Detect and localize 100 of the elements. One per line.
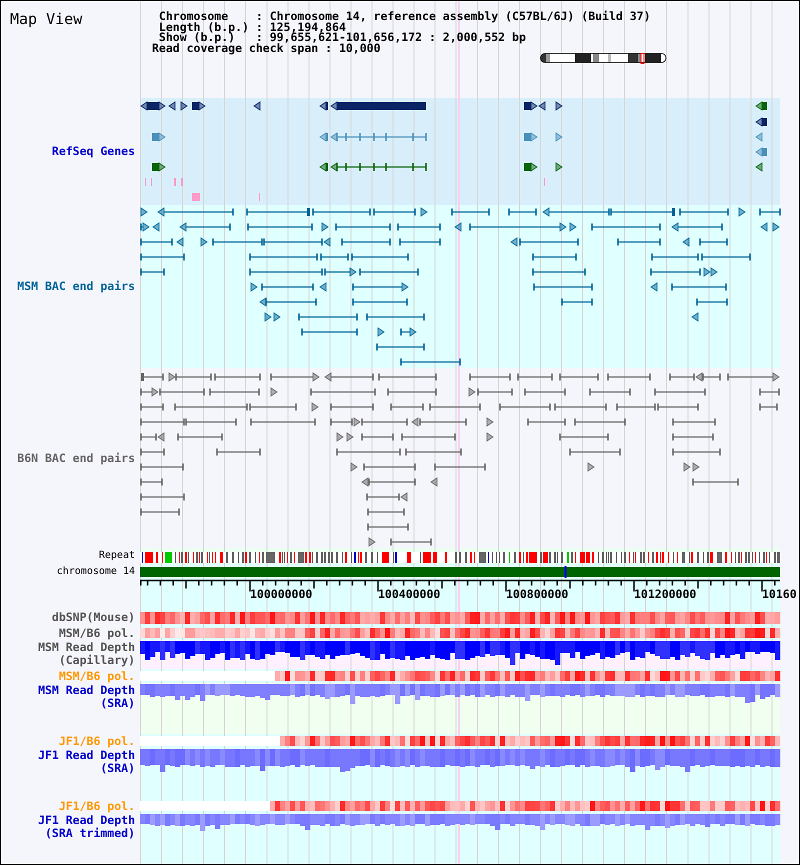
track-label: Repeat bbox=[98, 550, 135, 562]
triangle-icon bbox=[510, 237, 518, 247]
bac-end-pair bbox=[702, 374, 721, 380]
info-value: Chromosome 14, reference assembly (C57BL/6J) (Build 37) bbox=[270, 11, 652, 22]
bac-end-pair bbox=[330, 418, 353, 426]
track-label: JF1 Read Depth (SRA trimmed) bbox=[37, 814, 135, 840]
bac-end-pair bbox=[499, 404, 551, 410]
bac-end-pair bbox=[508, 208, 537, 216]
gene-block bbox=[319, 101, 328, 111]
bac-end-pair bbox=[335, 224, 391, 230]
bac-end-pair bbox=[669, 374, 695, 380]
bac-end-pair bbox=[401, 434, 456, 440]
bac-end-pair bbox=[591, 224, 661, 230]
triangle-icon bbox=[588, 462, 595, 472]
bac-end-pair bbox=[451, 208, 490, 216]
info-value: 10,000 bbox=[338, 42, 380, 53]
feature-mark bbox=[259, 193, 260, 201]
bac-end-pair bbox=[696, 298, 728, 306]
bac-end-pair bbox=[140, 464, 184, 470]
bac-end-pair bbox=[542, 207, 610, 217]
ruler-label: 10160 bbox=[762, 588, 797, 600]
track-label: MSM Read Depth (SRA) bbox=[37, 684, 135, 710]
bac-end-pair bbox=[312, 208, 371, 216]
ruler-label: 101200000 bbox=[634, 588, 696, 600]
bac-end-pair bbox=[141, 373, 164, 381]
bac-end-pair bbox=[399, 238, 441, 246]
triangle-icon bbox=[755, 162, 762, 172]
bac-end-pair bbox=[367, 508, 405, 516]
bac-end-pair bbox=[554, 404, 607, 410]
triangle-icon bbox=[400, 492, 408, 502]
bac-end-pair bbox=[140, 268, 165, 276]
bac-end-pair bbox=[671, 222, 723, 232]
bac-end-pair bbox=[140, 508, 180, 516]
ruler-label: 100800000 bbox=[506, 588, 568, 600]
bac-end-pair bbox=[532, 268, 586, 276]
bac-end-pair bbox=[701, 254, 751, 260]
bac-end-pair bbox=[366, 494, 400, 500]
bac-end-pair bbox=[140, 494, 185, 500]
bac-end-pair bbox=[140, 448, 165, 456]
info-label: Chromosome bbox=[158, 11, 228, 22]
bac-end-pair bbox=[376, 344, 425, 350]
bac-end-pair bbox=[569, 448, 621, 456]
triangle-icon bbox=[200, 237, 208, 247]
gene-block bbox=[152, 132, 166, 142]
bac-end-pair bbox=[366, 314, 425, 320]
triangle-icon bbox=[270, 387, 278, 397]
bac-end-pair bbox=[651, 254, 699, 260]
bac-end-pair bbox=[351, 254, 409, 260]
gene-block bbox=[319, 162, 328, 172]
bac-end-pair bbox=[419, 418, 467, 426]
bac-end-pair bbox=[373, 208, 416, 216]
bac-end-pair bbox=[341, 238, 391, 246]
bac-end-pair bbox=[617, 238, 661, 246]
info-value: 99,655,621-101,656,172 : 2,000,552 bp bbox=[270, 32, 527, 42]
bac-end-pair bbox=[140, 404, 164, 410]
triangle-icon bbox=[253, 101, 260, 111]
bac-end-pair bbox=[671, 284, 727, 290]
bac-end-pair bbox=[672, 434, 714, 440]
bac-end-pair bbox=[140, 434, 157, 440]
bac-end-pair bbox=[390, 404, 424, 410]
info-label: Show (b.p.) bbox=[158, 32, 236, 42]
region-marker-icon bbox=[640, 53, 644, 64]
bac-end-pair bbox=[679, 208, 729, 216]
gene-block bbox=[140, 101, 166, 111]
bac-end-pair bbox=[672, 418, 716, 426]
bac-end-pair bbox=[589, 388, 631, 396]
track-label: chromosome 14 bbox=[56, 566, 135, 578]
gene-block bbox=[755, 101, 767, 111]
feature-block bbox=[192, 193, 200, 201]
bac-end-pair bbox=[405, 448, 462, 456]
track-label: B6N BAC end pairs bbox=[17, 452, 135, 464]
triangle-icon bbox=[411, 417, 418, 427]
track-label: dbSNP(Mouse) bbox=[52, 611, 135, 624]
gene-block bbox=[755, 147, 767, 157]
bac-end-pair bbox=[527, 418, 566, 426]
bac-end-pair bbox=[352, 298, 408, 306]
bac-end-pair bbox=[517, 374, 553, 380]
track-label: JF1/B6 pol. bbox=[58, 800, 135, 813]
bac-end-pair bbox=[759, 208, 781, 216]
bac-end-pair bbox=[352, 282, 409, 292]
bac-end-pair bbox=[574, 418, 626, 426]
track-label: JF1 Read Depth (SRA) bbox=[37, 749, 135, 775]
info-label: Read coverage check span bbox=[152, 42, 318, 53]
info-label: Length (b.p.) bbox=[158, 22, 249, 32]
info-separator: : bbox=[325, 42, 332, 53]
bac-end-pair bbox=[532, 254, 577, 260]
bac-end-pair bbox=[177, 434, 223, 440]
bac-end-pair bbox=[400, 327, 417, 337]
triangle-icon bbox=[650, 282, 658, 292]
track-label: JF1/B6 pol. bbox=[58, 735, 135, 748]
bac-end-pair bbox=[216, 448, 261, 456]
bac-end-pair bbox=[140, 222, 150, 232]
gene-block bbox=[524, 101, 538, 111]
track-label: MSM Read Depth (Capillary) bbox=[37, 641, 135, 667]
bac-end-pair bbox=[247, 224, 313, 230]
bac-end-pair bbox=[140, 254, 185, 260]
triangle-icon bbox=[168, 372, 176, 382]
bac-end-pair bbox=[672, 448, 721, 456]
bac-end-pair bbox=[390, 538, 432, 546]
bac-end-pair bbox=[559, 434, 609, 440]
